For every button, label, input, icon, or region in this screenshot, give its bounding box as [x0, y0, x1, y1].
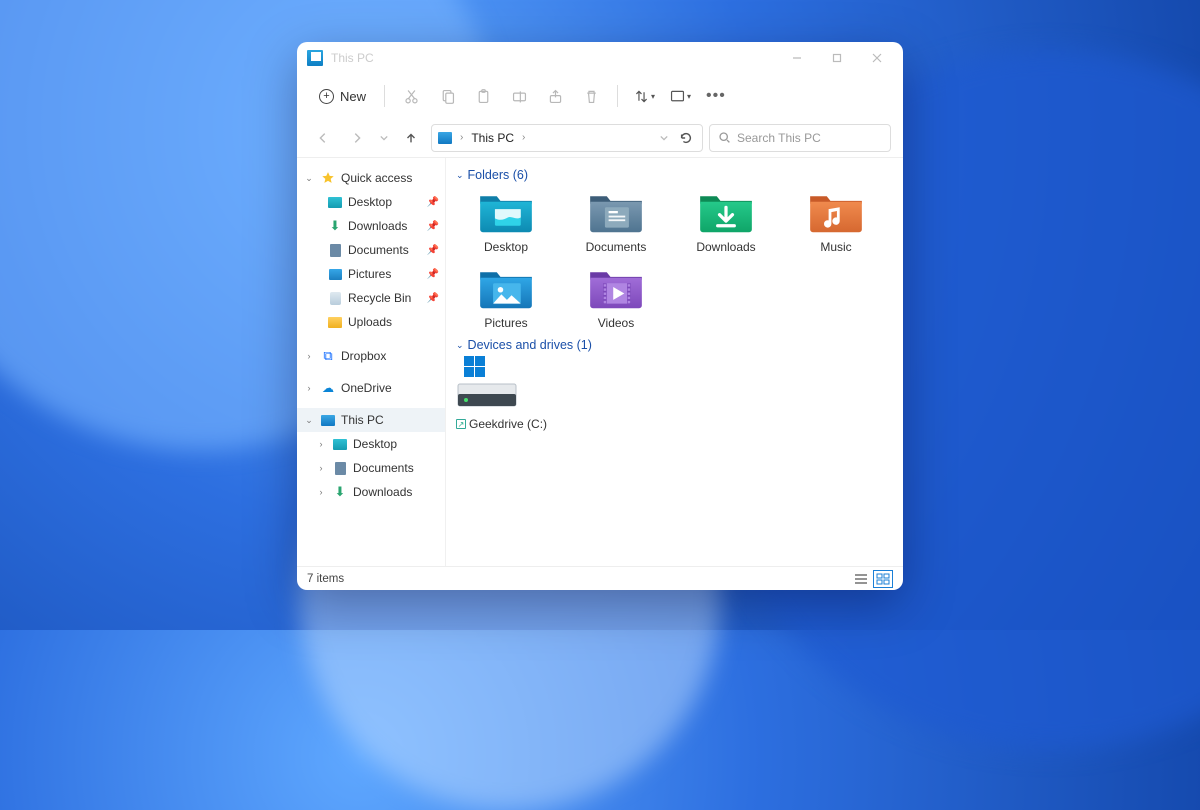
desktop-folder-icon [475, 186, 537, 236]
desktop-icon [327, 194, 343, 210]
sidebar-item-recyclebin[interactable]: Recycle Bin📌 [297, 286, 445, 310]
sort-button[interactable]: ▾ [628, 80, 660, 112]
toolbar: + New ▾ ▾ ••• [297, 74, 903, 118]
this-pc-icon [320, 412, 336, 428]
address-bar[interactable]: › This PC › [431, 124, 703, 152]
sidebar-quick-access[interactable]: ⌄ Quick access [297, 166, 445, 190]
star-icon [320, 170, 336, 186]
rename-icon[interactable] [503, 80, 535, 112]
recycle-icon [327, 290, 343, 306]
drive-icon [456, 356, 518, 415]
shortcut-icon: ↗ [456, 419, 466, 429]
sidebar-item-downloads[interactable]: ⬇Downloads📌 [297, 214, 445, 238]
pin-icon: 📌 [427, 245, 439, 256]
chevron-right-icon: › [315, 487, 327, 497]
share-icon[interactable] [539, 80, 571, 112]
minimize-button[interactable] [777, 42, 817, 74]
chevron-down-icon: ⌄ [303, 415, 315, 426]
downloads-icon: ⬇ [332, 484, 348, 500]
folder-desktop[interactable]: Desktop [456, 186, 556, 254]
pin-icon: 📌 [427, 269, 439, 280]
sidebar-item-documents[interactable]: Documents📌 [297, 238, 445, 262]
breadcrumb[interactable]: This PC [471, 131, 514, 145]
chevron-right-icon: › [458, 132, 465, 143]
delete-icon[interactable] [575, 80, 607, 112]
music-folder-icon [805, 186, 867, 236]
drive-c[interactable]: ↗Geekdrive (C:) [456, 356, 566, 431]
desktop-icon [332, 436, 348, 452]
sidebar-pc-documents[interactable]: ›Documents [297, 456, 445, 480]
new-button-label: New [340, 89, 366, 104]
folder-pictures[interactable]: Pictures [456, 262, 556, 330]
sidebar-dropbox[interactable]: ›⧉Dropbox [297, 344, 445, 368]
forward-button[interactable] [343, 124, 371, 152]
search-input[interactable]: Search This PC [709, 124, 891, 152]
sidebar-this-pc[interactable]: ⌄This PC [297, 408, 445, 432]
this-pc-icon [307, 50, 323, 66]
search-placeholder: Search This PC [737, 131, 821, 145]
documents-icon [327, 242, 343, 258]
chevron-right-icon: › [303, 351, 315, 361]
plus-icon: + [319, 89, 334, 104]
chevron-right-icon: › [315, 439, 327, 449]
chevron-right-icon: › [303, 383, 315, 393]
sidebar-item-desktop[interactable]: Desktop📌 [297, 190, 445, 214]
folder-music[interactable]: Music [786, 186, 886, 254]
onedrive-icon: ☁ [320, 380, 336, 396]
folder-documents[interactable]: Documents [566, 186, 666, 254]
folder-videos[interactable]: Videos [566, 262, 666, 330]
view-button[interactable]: ▾ [664, 80, 696, 112]
paste-icon[interactable] [467, 80, 499, 112]
folders-group-header[interactable]: ⌄Folders (6) [456, 168, 893, 182]
pictures-folder-icon [475, 262, 537, 312]
chevron-down-icon: ⌄ [456, 340, 464, 351]
folder-downloads[interactable]: Downloads [676, 186, 776, 254]
new-button[interactable]: + New [311, 85, 374, 108]
pin-icon: 📌 [427, 293, 439, 304]
copy-icon[interactable] [431, 80, 463, 112]
drives-group-header[interactable]: ⌄Devices and drives (1) [456, 338, 893, 352]
refresh-button[interactable] [676, 124, 696, 152]
sidebar-onedrive[interactable]: ›☁OneDrive [297, 376, 445, 400]
back-button[interactable] [309, 124, 337, 152]
chevron-right-icon: › [315, 463, 327, 473]
dropbox-icon: ⧉ [320, 348, 336, 364]
pc-icon [438, 132, 452, 144]
videos-folder-icon [585, 262, 647, 312]
sidebar-pc-desktop[interactable]: ›Desktop [297, 432, 445, 456]
content-pane[interactable]: ⌄Folders (6) Desktop Documents Downloads [445, 158, 903, 566]
up-button[interactable] [397, 124, 425, 152]
chevron-right-icon: › [520, 132, 527, 143]
chevron-down-icon: ⌄ [456, 170, 464, 181]
address-dropdown[interactable] [654, 124, 674, 152]
titlebar: This PC [297, 42, 903, 74]
folder-icon [327, 314, 343, 330]
details-view-button[interactable] [851, 570, 871, 588]
sidebar-item-pictures[interactable]: Pictures📌 [297, 262, 445, 286]
window-title: This PC [331, 51, 374, 65]
maximize-button[interactable] [817, 42, 857, 74]
sidebar-pc-downloads[interactable]: ›⬇Downloads [297, 480, 445, 504]
pictures-icon [327, 266, 343, 282]
pin-icon: 📌 [427, 197, 439, 208]
item-count: 7 items [307, 573, 344, 585]
downloads-icon: ⬇ [327, 218, 343, 234]
sidebar-item-uploads[interactable]: Uploads [297, 310, 445, 334]
documents-icon [332, 460, 348, 476]
search-icon [718, 131, 731, 144]
more-button[interactable]: ••• [700, 87, 732, 105]
history-button[interactable] [377, 124, 391, 152]
pin-icon: 📌 [427, 221, 439, 232]
documents-folder-icon [585, 186, 647, 236]
statusbar: 7 items [297, 566, 903, 590]
icons-view-button[interactable] [873, 570, 893, 588]
chevron-down-icon: ⌄ [303, 173, 315, 184]
file-explorer-window: This PC + New ▾ ▾ ••• › This PC [297, 42, 903, 590]
sidebar: ⌄ Quick access Desktop📌 ⬇Downloads📌 Docu… [297, 158, 445, 566]
close-button[interactable] [857, 42, 897, 74]
downloads-folder-icon [695, 186, 757, 236]
nav-row: › This PC › Search This PC [297, 118, 903, 158]
cut-icon[interactable] [395, 80, 427, 112]
